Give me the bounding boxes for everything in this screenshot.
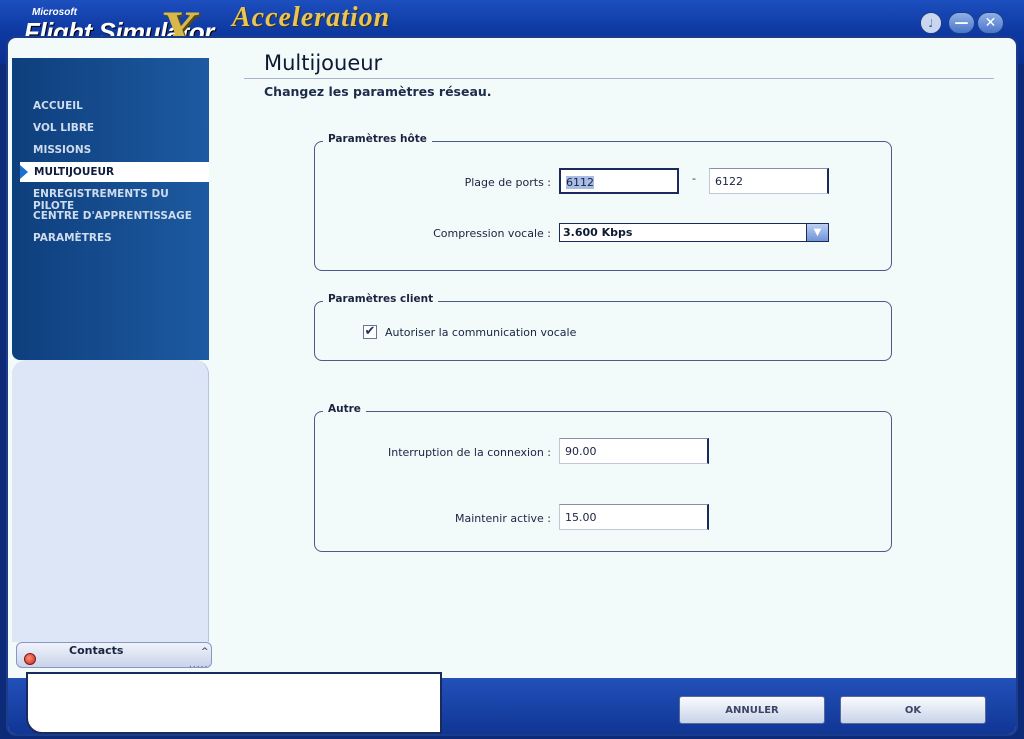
contacts-label: Contacts [69, 644, 124, 657]
client-settings-legend: Paramètres client [323, 293, 439, 305]
grip-icon: ..... [189, 660, 209, 670]
page-subtitle: Changez les paramètres réseau. [264, 84, 492, 99]
status-dot-icon [24, 653, 36, 665]
host-settings-group: Paramètres hôte Plage de ports : 6112 - … [314, 133, 892, 271]
port-from-value: 6112 [566, 176, 594, 189]
active-arrow-icon [20, 165, 28, 179]
sidebar-item-enregistrements[interactable]: ENREGISTREMENTS DU PILOTE [33, 188, 209, 212]
voice-chat-checkbox[interactable]: ✔ [363, 325, 377, 339]
sidebar-item-centre-apprentissage[interactable]: CENTRE D'APPRENTISSAGE [33, 210, 192, 222]
speaker-icon[interactable]: ♩ [920, 12, 942, 34]
chat-message-box[interactable] [26, 672, 442, 734]
application-window: Microsoft Flight Simulator X Acceleratio… [0, 0, 1024, 739]
chevron-up-icon[interactable]: ^ [201, 647, 209, 657]
sidebar-nav: ACCUEIL VOL LIBRE MISSIONS MULTIJOUEUR E… [12, 58, 209, 360]
voice-compression-select[interactable]: 3.600 Kbps ▼ [559, 223, 829, 242]
sidebar-item-label: MULTIJOUEUR [34, 166, 115, 178]
chevron-down-icon[interactable]: ▼ [806, 224, 828, 241]
main-frame: ACCUEIL VOL LIBRE MISSIONS MULTIJOUEUR E… [6, 36, 1018, 736]
contacts-bar[interactable]: Contacts ^ ..... [16, 642, 212, 670]
connection-timeout-input[interactable]: 90.00 [559, 438, 709, 464]
minimize-icon: — [954, 15, 969, 31]
title-divider [244, 78, 994, 79]
close-button[interactable]: ✕ [977, 12, 1004, 34]
connection-timeout-label: Interruption de la connexion : [388, 446, 551, 459]
keep-alive-label: Maintenir active : [454, 512, 551, 525]
sidebar-item-accueil[interactable]: ACCUEIL [33, 100, 83, 112]
cancel-button[interactable]: ANNULER [679, 696, 825, 724]
minimize-button[interactable]: — [948, 12, 975, 34]
port-range-dash: - [692, 172, 696, 185]
sidebar-item-multijoueur[interactable]: MULTIJOUEUR [20, 162, 209, 182]
sidebar-item-vol-libre[interactable]: VOL LIBRE [33, 122, 94, 134]
close-icon: ✕ [984, 15, 997, 31]
port-from-input[interactable]: 6112 [559, 168, 679, 194]
client-settings-group: Paramètres client ✔ Autoriser la communi… [314, 293, 892, 361]
voice-compression-label: Compression vocale : [433, 227, 551, 240]
page-title: Multijoueur [264, 51, 383, 75]
sidebar-panel [12, 360, 209, 642]
voice-chat-label[interactable]: Autoriser la communication vocale [385, 326, 576, 339]
other-settings-group: Autre Interruption de la connexion : 90.… [314, 403, 892, 552]
ok-button[interactable]: OK [840, 696, 986, 724]
other-settings-legend: Autre [323, 403, 366, 415]
host-settings-legend: Paramètres hôte [323, 133, 432, 145]
sidebar-item-parametres[interactable]: PARAMÈTRES [33, 232, 112, 244]
port-range-label: Plage de ports : [464, 176, 551, 189]
voice-compression-value: 3.600 Kbps [563, 226, 633, 239]
logo-acceleration: Acceleration [232, 2, 391, 33]
keep-alive-input[interactable]: 15.00 [559, 504, 709, 530]
port-to-input[interactable]: 6122 [709, 168, 829, 194]
sidebar-item-missions[interactable]: MISSIONS [33, 144, 91, 156]
